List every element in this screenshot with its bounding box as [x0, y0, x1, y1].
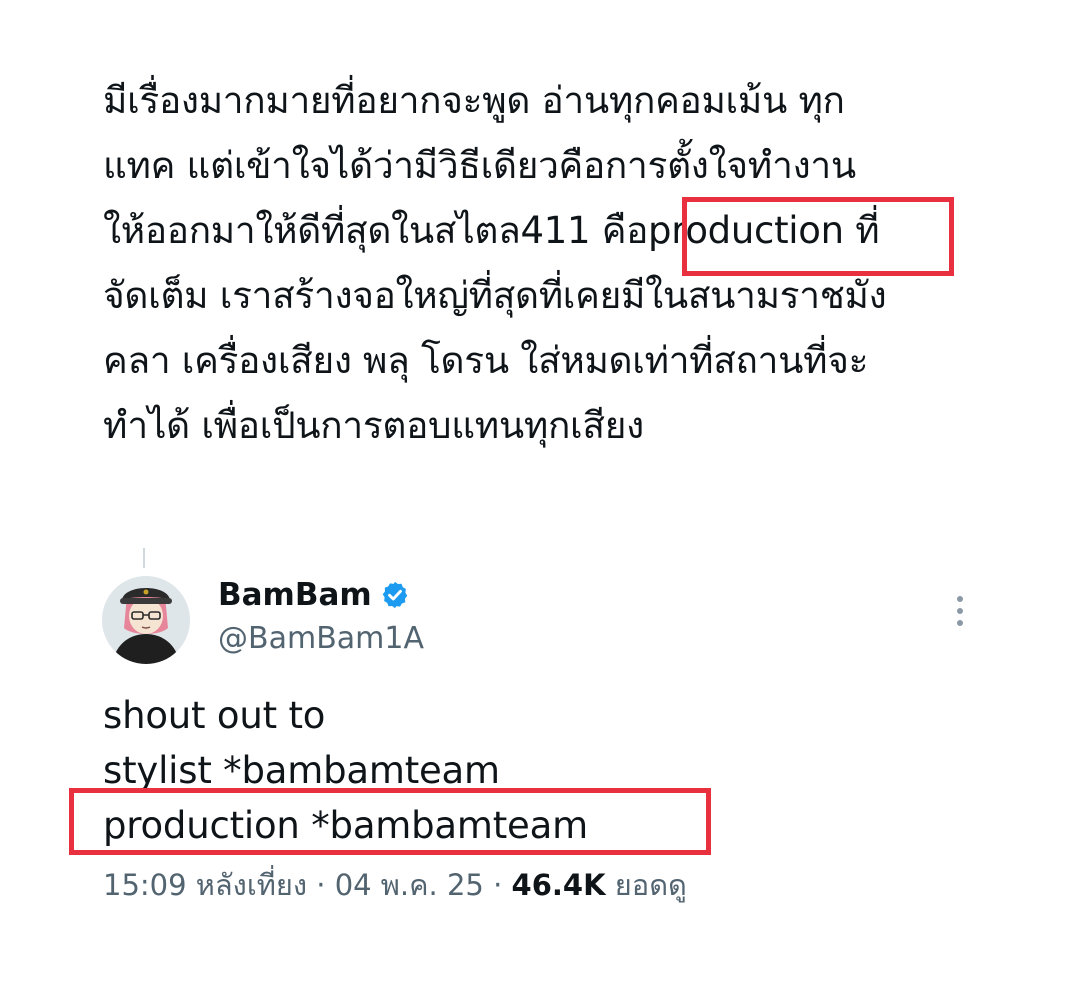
verified-badge-icon[interactable]: [380, 580, 410, 610]
post-time[interactable]: 15:09 หลังเที่ยง: [103, 868, 307, 902]
post-text-line: คลา เครื่องเสียง พลุ โดรน ใส่หมดเท่าที่ส…: [103, 339, 869, 382]
views-count[interactable]: 46.4K: [512, 868, 606, 902]
post-text-line: มีเรื่องมากมายที่อยากจะพูด อ่านทุกคอมเม้…: [103, 79, 845, 122]
reply-text-line: shout out to: [103, 694, 326, 737]
post-date[interactable]: 04 พ.ค. 25: [335, 868, 484, 902]
avatar-illustration: [102, 576, 190, 664]
meta-separator: ·: [316, 868, 326, 902]
post-text-line: แทค แต่เข้าใจได้ว่ามีวิธีเดียวคือการตั้ง…: [103, 144, 856, 187]
avatar[interactable]: [102, 576, 190, 664]
thread-connector-line: [143, 548, 145, 568]
post-text-line: ทำได้ เพื่อเป็นการตอบแทนทุกเสียง: [103, 404, 644, 447]
author-handle[interactable]: @BamBam1A: [218, 618, 424, 660]
post-meta: 15:09 หลังเที่ยง · 04 พ.ค. 25 · 46.4K ยอ…: [103, 862, 687, 908]
highlight-box-production-credit: [69, 788, 711, 855]
highlight-box-production-thai: [682, 197, 954, 276]
meta-separator: ·: [493, 868, 503, 902]
author-display-name-row[interactable]: BamBam: [218, 574, 410, 616]
author-display-name[interactable]: BamBam: [218, 574, 372, 616]
views-label: ยอดดู: [614, 868, 687, 902]
more-options-icon[interactable]: [948, 594, 972, 628]
